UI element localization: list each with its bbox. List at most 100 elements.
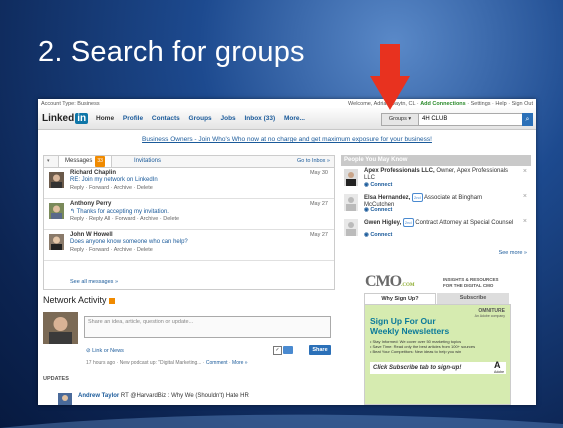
search-input[interactable]: 4H CLUB [422,114,447,125]
person-suggestion: Elsa Hernandez, 2nd Associate at Bingham… [341,191,531,216]
cmo-cta: Click Subscribe tab to sign-up! [370,362,506,374]
message-subject[interactable]: RE: Join my network on LinkedIn [70,177,158,183]
message-actions[interactable]: Reply · Forward · Archive · Delete [70,185,153,191]
linkedin-icon[interactable] [283,346,293,354]
update-meta: 17 hours ago · New podcast up: "Digital … [86,360,248,366]
tab-messages[interactable]: Messages 33 [58,156,112,167]
update-author[interactable]: Andrew Taylor [78,393,119,399]
omniture-subtitle: An Adobe company [474,314,505,318]
message-from: Anthony Perry [70,201,112,207]
cmo-headline-2: Weekly Newsletters [370,326,450,336]
connect-label: Connect [370,207,393,213]
message-subject[interactable]: Does anyone know someone who can help? [70,239,188,245]
add-connections-link[interactable]: Add Connections [420,101,466,107]
cmo-ad[interactable]: CMO.COM INSIGHTS & RESOURCES FOR THE DIGI… [361,273,511,405]
avatar [58,393,72,405]
nav-groups[interactable]: Groups [189,115,212,122]
sign-out-link[interactable]: Sign Out [512,101,533,107]
share-input[interactable]: Share an idea, article, question or upda… [84,316,331,338]
cmo-headline: Sign Up For Our Weekly Newsletters [370,316,449,336]
close-icon[interactable]: × [523,168,527,175]
comment-link[interactable]: Comment [206,360,228,366]
nav-inbox[interactable]: Inbox (33) [244,115,275,122]
nav-profile[interactable]: Profile [123,115,143,122]
person-suggestion: Gwen Higley, 2nd Contract Attorney at Sp… [341,216,531,241]
message-item[interactable]: Anthony Perry ↰ Thanks for accepting my … [44,199,334,230]
nav-more[interactable]: More... [284,115,305,122]
linkedin-screenshot: Account Type: Business Welcome, Adrian D… [38,99,536,405]
see-more-link[interactable]: See more » [499,250,527,256]
message-actions[interactable]: Reply · Reply All · Forward · Archive · … [70,216,179,222]
message-subject[interactable]: ↰ Thanks for accepting my invitation. [70,208,169,215]
nav-contacts[interactable]: Contacts [152,115,180,122]
avatar [344,194,358,211]
network-activity-title: Network Activity [43,295,115,305]
top-bar: Account Type: Business Welcome, Adrian D… [38,99,536,108]
rss-icon[interactable] [108,297,115,304]
help-link[interactable]: Help [495,101,506,107]
cmo-tagline-2: FOR THE DIGITAL CMO [443,283,494,288]
cmo-headline-1: Sign Up For Our [370,316,436,326]
promo-link[interactable]: Business Owners - Join Who's Who now at … [38,136,536,143]
main-nav: Home Profile Contacts Groups Jobs Inbox … [96,115,312,122]
go-to-inbox-link[interactable]: Go to Inbox » [297,156,330,167]
linkedin-logo[interactable]: Linked in [42,113,89,124]
connect-link[interactable]: ◉ Connect [364,207,392,213]
message-item[interactable]: Richard Chaplin RE: Join my network on L… [44,168,334,199]
tab-invitations[interactable]: Invitations [134,156,161,167]
nav-bar: Linked in Home Profile Contacts Groups Jo… [38,108,536,130]
cmo-tagline: INSIGHTS & RESOURCES FOR THE DIGITAL CMO [443,277,499,289]
person-desc: Contract Attorney at Special Counsel [413,220,514,226]
person-name[interactable]: Gwen Higley, [364,220,401,226]
logo-in-badge: in [75,113,89,124]
update-item: Andrew Taylor RT @HarvardBiz : Why We (S… [43,388,333,405]
cmo-logo: CMO.COM [365,273,415,291]
search-scope-select[interactable]: Groups ▾ [382,114,419,125]
connect-label: Connect [370,232,393,238]
nav-jobs[interactable]: Jobs [220,115,235,122]
adobe-logo: A Adobe [494,360,505,374]
cmo-bullet: • Beat Your Competitors: New ideas to he… [370,349,462,354]
tab-messages-label: Messages [65,158,93,164]
adobe-logo-text: Adobe [494,370,505,374]
update-body: RT @HarvardBiz : Why We (Shouldn't) Hate… [119,393,249,399]
tab-subscribe[interactable]: Subscribe [437,293,509,304]
avatar [43,312,78,344]
slide-title: 2. Search for groups [38,36,305,68]
message-date: May 27 [309,201,328,207]
degree-badge: 2nd [402,218,414,227]
update-text: Andrew Taylor RT @HarvardBiz : Why We (S… [78,393,249,399]
person-name[interactable]: Elsa Hernandez, [364,195,410,201]
avatar [49,234,64,250]
link-or-news-link[interactable]: ⊘ Link or News [86,348,124,354]
collapse-icon[interactable]: ▾ [47,158,50,164]
cmo-tabs: Why Sign Up? Subscribe [361,293,511,305]
network-activity-label: Network Activity [43,295,107,305]
avatar [49,172,64,188]
cmo-panel: OMNITURE An Adobe company Sign Up For Ou… [364,304,511,405]
cmo-logo-suffix: .COM [401,283,415,288]
link-or-news-label: Link or News [92,348,124,354]
red-arrow-indicator [370,44,410,110]
see-all-messages-link[interactable]: See all messages » [70,279,118,285]
person-name[interactable]: Apex Professionals LLC, [364,168,435,174]
connect-link[interactable]: ◉ Connect [364,182,392,188]
share-button[interactable]: Share [309,345,331,355]
more-link[interactable]: More » [232,360,248,366]
close-icon[interactable]: × [523,218,527,225]
connect-label: Connect [370,182,393,188]
messages-panel: ▾ Messages 33 Invitations Go to Inbox » R… [43,155,335,290]
message-actions[interactable]: Reply · Forward · Archive · Delete [70,247,153,253]
nav-home[interactable]: Home [96,115,114,122]
cmo-bullets: • Stay Informed: We cover over 50 market… [370,339,508,354]
connect-link[interactable]: ◉ Connect [364,232,392,238]
message-from: Richard Chaplin [70,170,117,176]
share-checkbox[interactable]: ✓ [273,346,282,355]
close-icon[interactable]: × [523,193,527,200]
share-update-box: Share an idea, article, question or upda… [43,312,333,366]
search-icon[interactable]: ⌕ [522,113,533,126]
logo-text: Linked [42,113,75,124]
settings-link[interactable]: Settings [471,101,491,107]
message-item[interactable]: John W Howell Does anyone know someone w… [44,230,334,261]
person-suggestion: Apex Professionals LLC, Owner, Apex Prof… [341,166,531,191]
